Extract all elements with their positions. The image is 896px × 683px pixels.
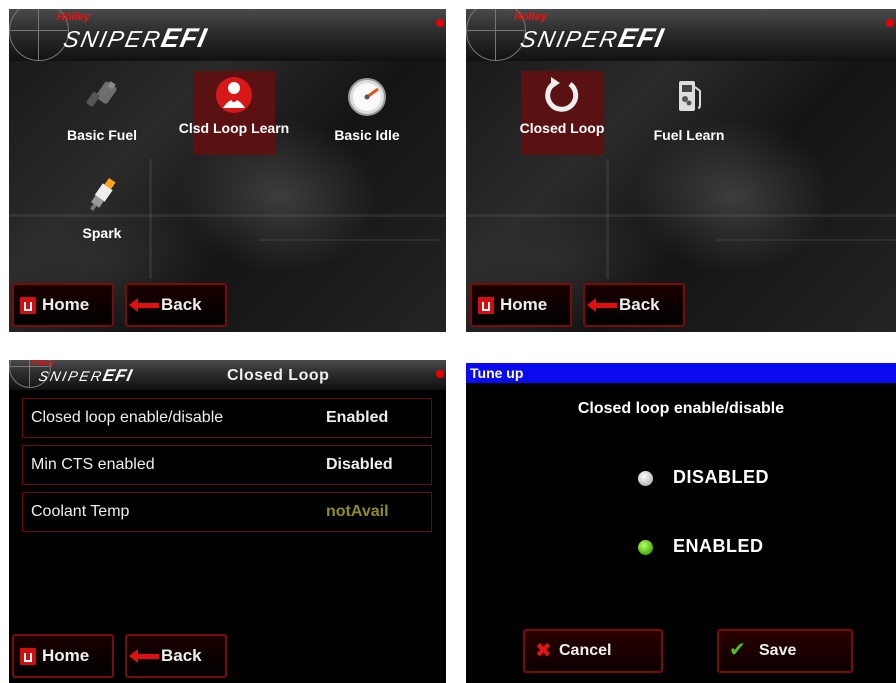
back-arrow-icon xyxy=(129,649,159,663)
tile-basic-idle[interactable]: Basic Idle xyxy=(326,73,408,157)
setting-row-coolant-temp[interactable]: Coolant Temp notAvail xyxy=(22,492,432,532)
setting-label: Coolant Temp xyxy=(31,503,130,520)
option-label: DISABLED xyxy=(673,467,770,487)
tile-basic-fuel[interactable]: Basic Fuel xyxy=(61,73,143,157)
home-button[interactable]: Home xyxy=(470,283,572,327)
header-banner: Holley SNIPEREFI xyxy=(466,9,896,61)
back-button[interactable]: Back xyxy=(125,283,227,327)
product-logo: SNIPEREFI xyxy=(518,23,667,53)
cancel-button[interactable]: ✖ Cancel xyxy=(523,629,663,673)
home-button[interactable]: Home xyxy=(12,283,114,327)
status-dot xyxy=(436,19,444,27)
tile-label: Clsd Loop Learn xyxy=(178,120,290,136)
tile-label: Basic Idle xyxy=(334,127,400,143)
setting-value: notAvail xyxy=(326,503,389,520)
tile-label: Spark xyxy=(82,225,122,241)
tile-closed-loop[interactable]: Closed Loop xyxy=(520,71,604,155)
back-button[interactable]: Back xyxy=(583,283,685,327)
tile-fuel-learn[interactable]: Fuel Learn xyxy=(648,73,730,157)
product-logo: SNIPEREFI xyxy=(37,366,135,385)
page-title: Closed Loop xyxy=(227,367,330,384)
tile-label: Basic Fuel xyxy=(66,127,138,143)
fuel-injector-icon xyxy=(86,81,117,107)
header-banner: Holley SNIPEREFI xyxy=(9,9,446,61)
home-icon xyxy=(20,648,36,665)
main-menu-screen: Holley SNIPEREFI Basic Fuel Clsd Loop Le… xyxy=(9,9,446,332)
home-button[interactable]: Home xyxy=(12,634,114,678)
status-dot xyxy=(436,370,444,378)
closed-loop-settings-screen: Holley SNIPEREFI Closed Loop Closed loop… xyxy=(9,360,446,683)
tile-clsd-loop-learn[interactable]: Clsd Loop Learn xyxy=(179,71,289,155)
back-arrow-icon xyxy=(129,298,159,312)
save-button[interactable]: ✔ Save xyxy=(717,629,853,673)
radio-off-icon xyxy=(638,471,653,486)
x-icon: ✖ xyxy=(535,640,552,662)
dialog-title-bar: Tune up xyxy=(466,363,896,383)
tune-up-dialog: Tune up Closed loop enable/disable DISAB… xyxy=(466,363,896,683)
tile-label: Closed Loop xyxy=(519,120,605,136)
learn-menu-screen: Holley SNIPEREFI Closed Loop Fuel Learn … xyxy=(466,9,896,332)
option-label: ENABLED xyxy=(673,536,764,556)
radio-on-icon xyxy=(638,540,653,555)
tile-label: Fuel Learn xyxy=(653,127,725,143)
closed-loop-learn-icon xyxy=(216,77,252,113)
home-icon xyxy=(478,297,494,314)
setting-label: Min CTS enabled xyxy=(31,456,155,473)
dialog-prompt: Closed loop enable/disable xyxy=(577,400,785,417)
circular-arrow-icon xyxy=(545,77,579,112)
home-icon xyxy=(20,297,36,314)
setting-row-closed-loop-enable[interactable]: Closed loop enable/disable Enabled xyxy=(22,398,432,438)
setting-value: Disabled xyxy=(326,456,393,473)
setting-row-min-cts[interactable]: Min CTS enabled Disabled xyxy=(22,445,432,485)
gauge-icon xyxy=(348,78,386,116)
maker-logo: Holley xyxy=(514,11,548,23)
back-button[interactable]: Back xyxy=(125,634,227,678)
tile-spark[interactable]: Spark xyxy=(61,171,143,255)
fuel-pump-icon xyxy=(679,81,701,111)
setting-label: Closed loop enable/disable xyxy=(31,409,224,426)
product-logo: SNIPEREFI xyxy=(61,23,210,53)
spark-plug-icon xyxy=(90,177,116,211)
header-banner: Holley SNIPEREFI Closed Loop xyxy=(9,360,446,390)
maker-logo: Holley xyxy=(57,11,91,23)
back-arrow-icon xyxy=(587,298,617,312)
status-dot xyxy=(886,19,894,27)
checkmark-icon: ✔ xyxy=(729,639,746,661)
setting-value: Enabled xyxy=(326,409,389,426)
